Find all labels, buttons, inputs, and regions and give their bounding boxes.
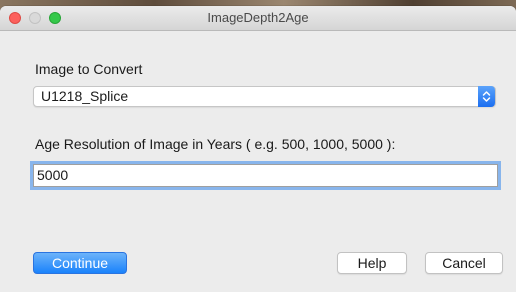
continue-button[interactable]: Continue (33, 252, 127, 274)
age-resolution-input[interactable]: 5000 (33, 164, 498, 187)
title-bar[interactable]: ImageDepth2Age (0, 6, 516, 31)
image-select[interactable]: U1218_Splice (33, 86, 496, 107)
image-to-convert-label: Image to Convert (35, 61, 143, 77)
updown-chevron-icon[interactable] (478, 86, 495, 107)
dialog-window: ImageDepth2Age Image to Convert U1218_Sp… (0, 6, 516, 292)
age-resolution-value: 5000 (37, 167, 69, 183)
age-resolution-label: Age Resolution of Image in Years ( e.g. … (35, 136, 396, 152)
help-button[interactable]: Help (337, 252, 407, 274)
window-title: ImageDepth2Age (207, 10, 309, 25)
cancel-button[interactable]: Cancel (425, 252, 503, 274)
image-select-value: U1218_Splice (41, 88, 129, 104)
